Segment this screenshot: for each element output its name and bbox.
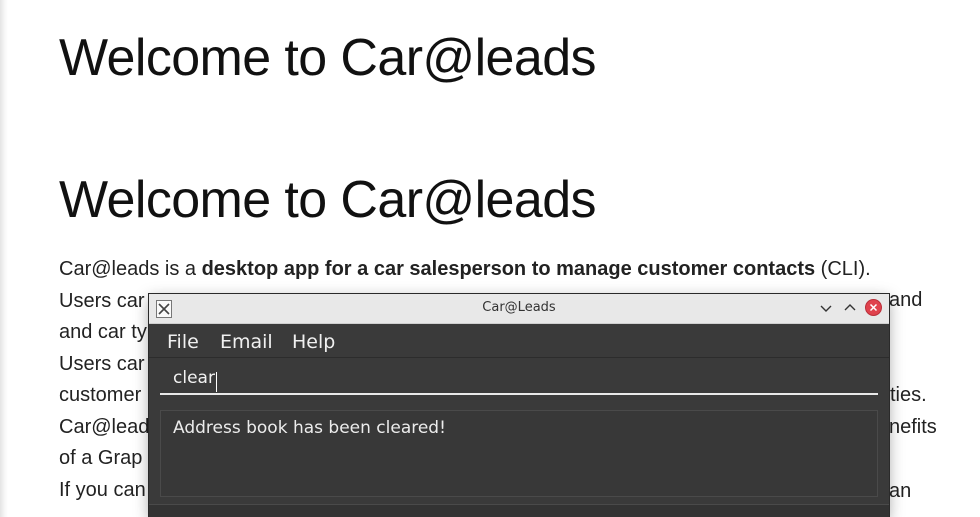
intro-suffix: (CLI). — [815, 258, 871, 280]
menu-separator — [149, 357, 889, 358]
menu-help[interactable]: Help — [292, 331, 335, 353]
result-message: Address book has been cleared! — [173, 418, 446, 438]
line-8-tail: an — [889, 480, 912, 502]
close-button[interactable] — [865, 299, 882, 316]
section-heading: Welcome to Car@leads — [59, 171, 597, 229]
car-leads-window: Car@Leads File Email Help Address book h… — [149, 294, 889, 517]
intro-bold: desktop app for a car salesperson to man… — [201, 258, 816, 280]
chevron-up-icon — [844, 304, 856, 311]
line-2-tail: and — [889, 289, 923, 311]
chevron-down-icon — [820, 305, 832, 312]
command-input[interactable] — [160, 363, 878, 395]
menu-email[interactable]: Email — [220, 331, 273, 353]
line-6-tail: nefits — [889, 416, 937, 438]
intro-line-1: Car@leads is a desktop app for a car sal… — [59, 254, 939, 286]
menu-bar: File Email Help — [149, 324, 889, 357]
minimize-button[interactable] — [817, 299, 835, 317]
window-titlebar[interactable]: Car@Leads — [149, 294, 889, 324]
intro-prefix: Car@leads is a — [59, 258, 202, 280]
menu-file[interactable]: File — [167, 331, 199, 353]
text-caret — [216, 372, 217, 392]
window-title: Car@Leads — [482, 300, 556, 315]
maximize-button[interactable] — [841, 299, 859, 317]
status-bar — [149, 504, 889, 517]
close-icon — [869, 303, 878, 312]
page-title: Welcome to Car@leads — [59, 29, 597, 87]
line-5-tail: ties. — [890, 384, 927, 406]
page-left-border — [0, 0, 8, 517]
result-display: Address book has been cleared! — [160, 410, 878, 497]
